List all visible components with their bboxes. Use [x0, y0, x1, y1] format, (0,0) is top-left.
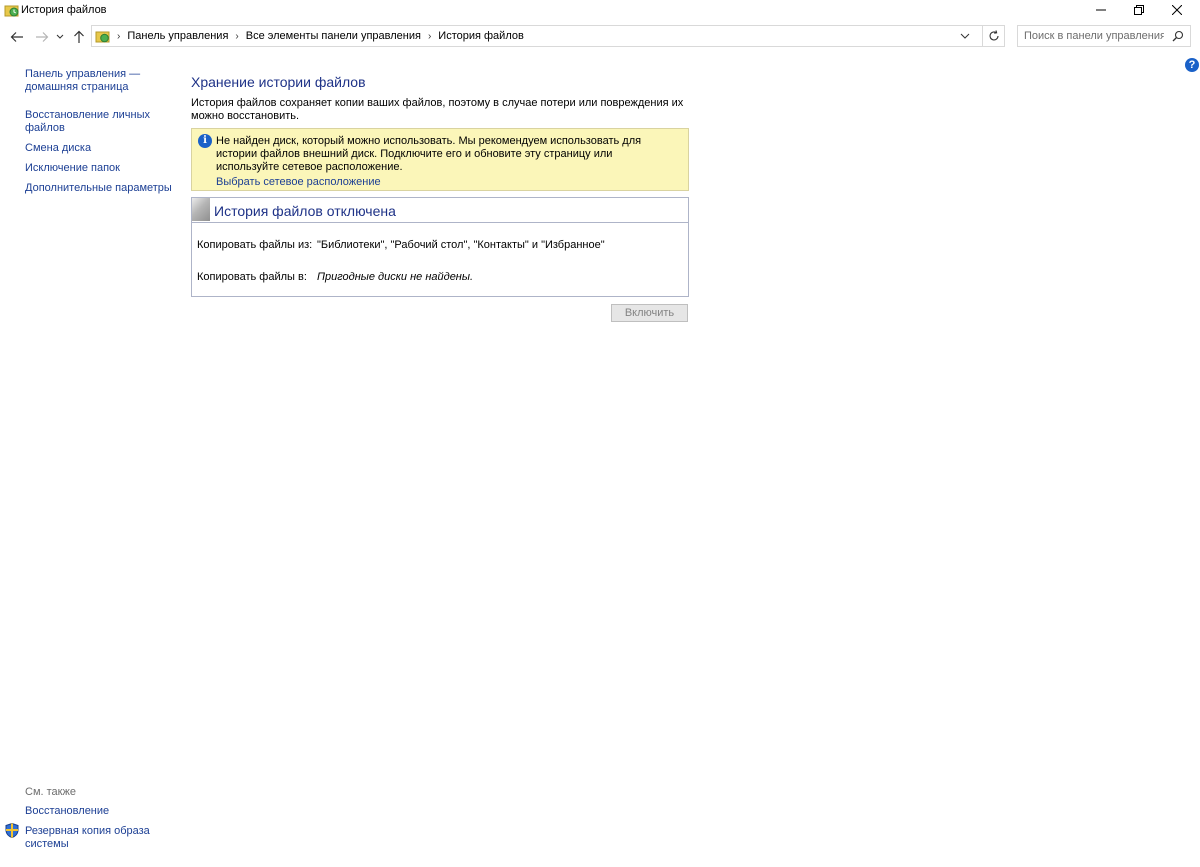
status-header: История файлов отключена — [192, 198, 688, 223]
see-also-system-image-backup-link[interactable]: Резервная копия образа системы — [25, 825, 150, 851]
page-description: История файлов сохраняет копии ваших фай… — [191, 97, 684, 122]
recent-locations-button[interactable] — [54, 28, 66, 46]
control-panel-icon — [95, 29, 110, 44]
search-icon[interactable] — [1172, 30, 1184, 45]
chevron-right-icon[interactable]: › — [428, 31, 431, 42]
forward-button[interactable] — [33, 28, 51, 46]
sidebar: Панель управления — домашняя страница Во… — [25, 68, 175, 195]
chevron-down-icon — [960, 33, 970, 39]
copy-from-label: Копировать файлы из: — [197, 239, 313, 251]
restore-button[interactable] — [1120, 0, 1158, 20]
back-button[interactable] — [8, 28, 26, 46]
info-icon: i — [198, 134, 212, 148]
arrow-right-icon — [36, 32, 49, 42]
status-panel: История файлов отключена Копировать файл… — [191, 197, 689, 297]
file-history-icon — [4, 3, 19, 18]
address-dropdown-button[interactable] — [955, 27, 975, 45]
chevron-right-icon[interactable]: › — [235, 31, 238, 42]
search-box[interactable] — [1017, 25, 1191, 47]
info-bar: i Не найден диск, который можно использо… — [191, 128, 689, 191]
minimize-button[interactable] — [1082, 0, 1120, 20]
see-also-heading: См. также — [25, 786, 76, 798]
help-icon[interactable]: ? — [1185, 58, 1199, 72]
status-title: История файлов отключена — [214, 203, 396, 219]
copy-to-label: Копировать файлы в: — [197, 271, 307, 283]
sidebar-item-restore-personal-files[interactable]: Восстановление личных файлов — [25, 109, 175, 135]
sidebar-item-exclude-folders[interactable]: Исключение папок — [25, 162, 175, 175]
minimize-icon — [1096, 9, 1106, 11]
refresh-icon — [989, 30, 999, 41]
sidebar-item-change-drive[interactable]: Смена диска — [25, 142, 175, 155]
chevron-down-icon — [56, 34, 64, 39]
breadcrumb-all-items[interactable]: Все элементы панели управления — [246, 30, 421, 42]
sidebar-item-control-panel-home[interactable]: Панель управления — домашняя страница — [25, 68, 175, 94]
search-input[interactable] — [1024, 29, 1164, 43]
title-bar: История файлов — [0, 0, 1200, 22]
breadcrumb-file-history[interactable]: История файлов — [438, 30, 524, 42]
breadcrumb-control-panel[interactable]: Панель управления — [127, 30, 228, 42]
refresh-button[interactable] — [982, 26, 1005, 46]
breadcrumb: › Панель управления › Все элементы панел… — [113, 30, 524, 42]
arrow-left-icon — [10, 32, 23, 42]
close-button[interactable] — [1158, 0, 1196, 20]
select-network-location-link[interactable]: Выбрать сетевое расположение — [216, 176, 381, 188]
chevron-right-icon[interactable]: › — [117, 31, 120, 42]
address-bar[interactable]: › Панель управления › Все элементы панел… — [91, 25, 1005, 47]
shield-icon — [5, 822, 19, 841]
up-button[interactable] — [70, 28, 88, 46]
info-message: Не найден диск, который можно использова… — [216, 135, 642, 173]
page-title: Хранение истории файлов — [191, 74, 366, 90]
close-icon — [1172, 5, 1182, 15]
sidebar-item-advanced-settings[interactable]: Дополнительные параметры — [25, 182, 175, 195]
window-title: История файлов — [21, 4, 107, 16]
restore-icon — [1134, 5, 1144, 15]
copy-from-value: "Библиотеки", "Рабочий стол", "Контакты"… — [317, 239, 605, 251]
see-also-recovery-link[interactable]: Восстановление — [25, 805, 109, 818]
arrow-up-icon — [74, 30, 84, 43]
enable-button[interactable]: Включить — [611, 304, 688, 322]
status-indicator — [192, 198, 210, 221]
copy-to-value: Пригодные диски не найдены. — [317, 271, 474, 283]
